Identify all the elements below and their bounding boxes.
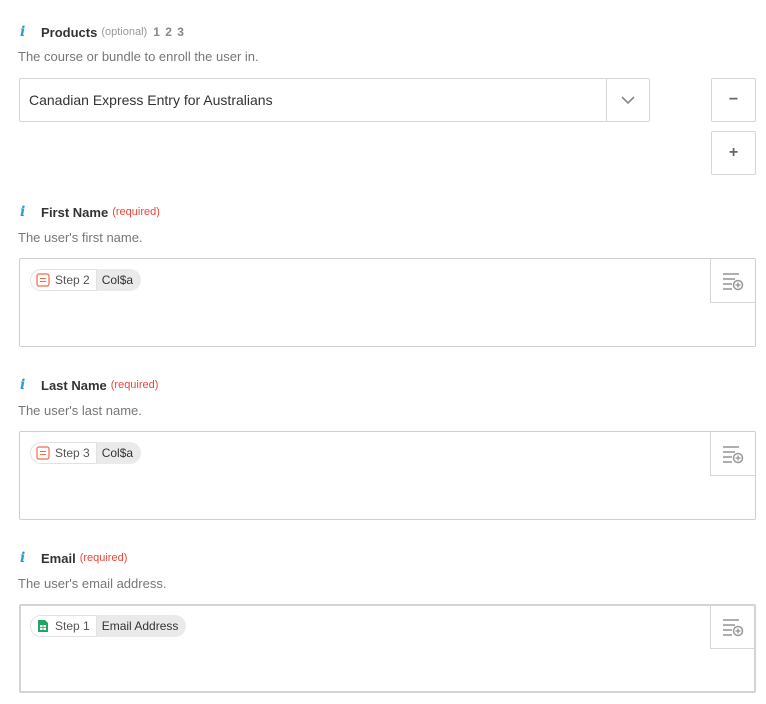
email-description: The user's email address. <box>18 576 167 591</box>
email-input[interactable]: Step 1 Email Address <box>19 604 756 693</box>
info-icon[interactable]: i <box>20 377 30 393</box>
products-selected-value: Canadian Express Entry for Australians <box>29 92 273 108</box>
info-icon[interactable]: i <box>20 204 30 220</box>
info-icon[interactable]: i <box>20 550 30 566</box>
pill-step: Step 2 <box>30 269 97 291</box>
last-name-label-row: i Last Name (required) <box>20 377 158 393</box>
email-label: Email <box>41 550 76 566</box>
insert-field-button[interactable] <box>710 605 755 649</box>
products-label-row: i Products (optional) 1 2 3 <box>20 24 185 40</box>
formatter-app-icon <box>36 273 50 287</box>
products-numbers[interactable]: 1 2 3 <box>153 25 185 39</box>
mapped-field-pill[interactable]: Step 1 Email Address <box>30 615 187 637</box>
pill-step-label: Step 2 <box>55 273 90 287</box>
products-label: Products <box>41 24 98 40</box>
remove-product-button[interactable]: − <box>711 78 756 122</box>
mapped-field-pill[interactable]: Step 3 Col$a <box>30 442 142 464</box>
pill-value: Col$a <box>101 273 134 287</box>
email-label-row: i Email (required) <box>20 550 127 566</box>
formatter-app-icon <box>36 446 50 460</box>
last-name-input[interactable]: Step 3 Col$a <box>19 431 756 520</box>
first-name-label-row: i First Name (required) <box>20 204 160 220</box>
last-name-description: The user's last name. <box>18 403 142 418</box>
required-tag: (required) <box>79 552 128 564</box>
mapped-field-pill[interactable]: Step 2 Col$a <box>30 269 142 291</box>
chevron-down-icon[interactable] <box>606 79 649 121</box>
google-sheets-icon <box>38 620 48 632</box>
pill-step-label: Step 3 <box>55 446 90 460</box>
insert-field-button[interactable] <box>710 432 755 476</box>
last-name-label: Last Name <box>41 377 107 393</box>
pill-step-label: Step 1 <box>55 619 90 633</box>
first-name-description: The user's first name. <box>18 230 143 245</box>
first-name-label: First Name <box>41 204 109 220</box>
info-icon[interactable]: i <box>20 24 30 40</box>
optional-tag: (optional) <box>101 26 148 38</box>
pill-step: Step 3 <box>30 442 97 464</box>
insert-field-icon <box>723 618 744 636</box>
pill-value: Email Address <box>101 619 179 633</box>
minus-icon: − <box>728 91 739 108</box>
insert-field-button[interactable] <box>710 259 755 303</box>
products-select[interactable]: Canadian Express Entry for Australians <box>19 78 650 122</box>
add-product-button[interactable]: + <box>711 131 756 175</box>
insert-field-icon <box>723 445 744 463</box>
products-description: The course or bundle to enroll the user … <box>18 49 259 64</box>
pill-step: Step 1 <box>30 615 97 637</box>
first-name-input[interactable]: Step 2 Col$a <box>19 258 756 347</box>
insert-field-icon <box>723 272 744 290</box>
plus-icon: + <box>728 144 739 161</box>
pill-value: Col$a <box>101 446 134 460</box>
required-tag: (required) <box>112 206 160 218</box>
required-tag: (required) <box>110 379 159 391</box>
